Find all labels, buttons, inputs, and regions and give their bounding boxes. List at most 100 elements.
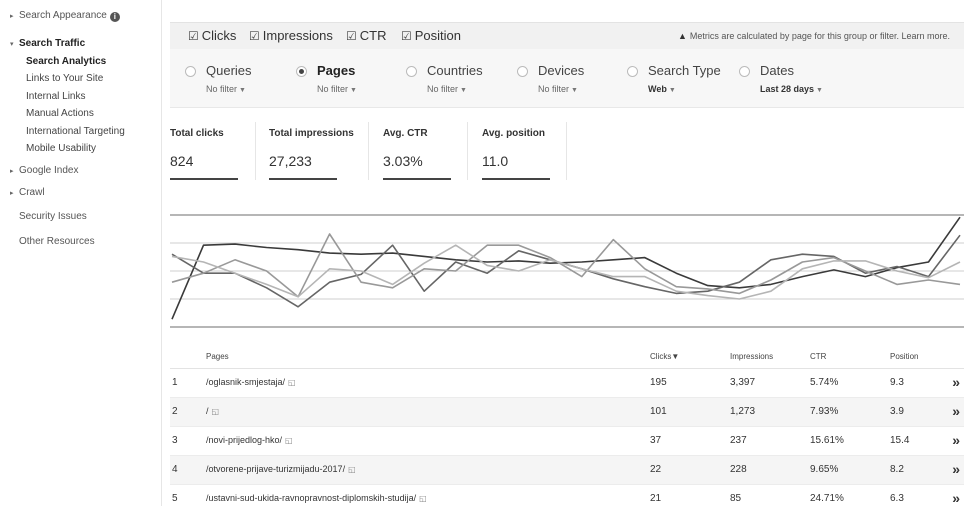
table-row[interactable]: 3 /novi-prijedlog-hko/◱ 37 237 15.61% 15… [170, 427, 964, 456]
filter-dropdown[interactable]: Web ▼ [648, 84, 676, 94]
total-value: 3.03% [383, 153, 423, 169]
double-chevron-right-icon[interactable]: » [952, 403, 960, 419]
avg-position-card[interactable]: Avg. position 11.0 [482, 128, 550, 180]
filter-dropdown[interactable]: No filter ▼ [427, 84, 467, 94]
table-row[interactable]: 5 /ustavni-sud-ukida-ravnopravnost-diplo… [170, 485, 964, 513]
filter-dropdown[interactable]: No filter ▼ [317, 84, 357, 94]
sidebar-item-crawl[interactable]: ▸ Crawl [10, 187, 45, 198]
total-label: Total impressions [269, 128, 354, 139]
sidebar-item-mobile-usability[interactable]: Mobile Usability [26, 143, 96, 154]
filter-dropdown[interactable]: Last 28 days ▼ [760, 84, 823, 94]
performance-line-chart[interactable] [170, 205, 964, 335]
avg-ctr-card[interactable]: Avg. CTR 3.03% [383, 128, 451, 180]
totals-separator [467, 122, 468, 180]
radio-button[interactable] [739, 66, 750, 77]
clicks-checkbox[interactable]: ☑ Clicks [188, 28, 236, 43]
column-header-clicks[interactable]: Clicks▼ [650, 352, 679, 361]
info-icon[interactable]: i [109, 12, 120, 22]
checkmark-icon: ☑ [249, 29, 260, 43]
sidebar-item-links-to-your-site[interactable]: Links to Your Site [26, 73, 103, 84]
impressions-cell: 1,273 [730, 406, 756, 417]
external-link-icon[interactable]: ◱ [348, 465, 356, 474]
position-cell: 9.3 [890, 377, 904, 388]
row-number: 5 [172, 493, 178, 504]
sidebar-nav: ▸ Search Appearance i ▾ Search Traffic Sear… [0, 0, 160, 506]
double-chevron-right-icon[interactable]: » [952, 490, 960, 506]
sidebar-item-google-index[interactable]: ▸ Google Index [10, 165, 79, 176]
metrics-note-text[interactable]: Metrics are calculated by page for this … [690, 31, 950, 41]
radio-button[interactable] [627, 66, 638, 77]
sidebar-item-label: Google Index [19, 165, 79, 176]
collapse-triangle-icon: ▾ [10, 41, 14, 48]
sidebar-item-other-resources[interactable]: Other Resources [19, 236, 95, 247]
total-label: Avg. CTR [383, 128, 428, 139]
impressions-checkbox[interactable]: ☑ Impressions [249, 28, 333, 43]
totals-separator [368, 122, 369, 180]
checkbox-label: Clicks [201, 28, 237, 43]
row-number: 3 [172, 435, 178, 446]
position-cell: 6.3 [890, 493, 904, 504]
double-chevron-right-icon[interactable]: » [952, 461, 960, 477]
column-header-position[interactable]: Position [890, 352, 918, 361]
filter-dropdown[interactable]: No filter ▼ [206, 84, 246, 94]
sidebar-item-manual-actions[interactable]: Manual Actions [26, 108, 94, 119]
metrics-checkbox-bar: ☑ Clicks ☑ Impressions ☑ CTR ☑ Position ▲ Met… [170, 22, 964, 50]
radio-button[interactable] [406, 66, 417, 77]
sidebar-item-international-targeting[interactable]: International Targeting [26, 126, 125, 137]
sidebar-item-search-traffic[interactable]: ▾ Search Traffic [10, 38, 85, 49]
filter-label: Countries [427, 63, 483, 78]
table-row[interactable]: 4 /otvorene-prijave-turizmijadu-2017/◱ 2… [170, 456, 964, 485]
page-url-cell[interactable]: /novi-prijedlog-hko/◱ [206, 435, 293, 445]
double-chevron-right-icon[interactable]: » [952, 432, 960, 448]
metric-underline [269, 178, 337, 180]
external-link-icon[interactable]: ◱ [212, 407, 220, 416]
radio-button[interactable] [517, 66, 528, 77]
filter-label: Dates [760, 63, 794, 78]
total-impressions-card[interactable]: Total impressions 27,233 [269, 128, 354, 180]
sidebar-item-search-analytics[interactable]: Search Analytics [26, 56, 106, 67]
metric-underline [383, 178, 451, 180]
chart-grid [170, 214, 964, 328]
expand-triangle-icon: ▸ [10, 13, 14, 20]
sidebar-item-internal-links[interactable]: Internal Links [26, 91, 85, 102]
totals-separator [255, 122, 256, 180]
radio-button-selected[interactable] [296, 66, 307, 77]
sidebar-item-search-appearance[interactable]: ▸ Search Appearance i [10, 10, 120, 22]
row-number: 4 [172, 464, 178, 475]
sidebar-divider [161, 0, 162, 506]
checkmark-icon: ☑ [188, 29, 199, 43]
metric-underline [482, 178, 550, 180]
filter-dropdown[interactable]: No filter ▼ [538, 84, 578, 94]
filter-label: Queries [206, 63, 252, 78]
clicks-cell: 22 [650, 464, 662, 475]
table-row[interactable]: 1 /oglasnik-smjestaja/◱ 195 3,397 5.74% … [170, 369, 964, 398]
external-link-icon[interactable]: ◱ [419, 494, 427, 503]
total-clicks-card[interactable]: Total clicks 824 [170, 128, 238, 180]
total-value: 824 [170, 153, 194, 169]
filter-label: Devices [538, 63, 585, 78]
page-url-cell[interactable]: / ◱ [206, 406, 219, 416]
clicks-cell: 37 [650, 435, 662, 446]
column-header-pages[interactable]: Pages [206, 352, 229, 361]
external-link-icon[interactable]: ◱ [288, 378, 296, 387]
total-value: 11.0 [482, 153, 509, 169]
double-chevron-right-icon[interactable]: » [952, 374, 960, 390]
chevron-down-icon: ▼ [668, 87, 676, 94]
expand-triangle-icon: ▸ [10, 168, 14, 175]
impressions-cell: 228 [730, 464, 747, 475]
ctr-checkbox[interactable]: ☑ CTR [346, 28, 386, 43]
position-checkbox[interactable]: ☑ Position [401, 28, 461, 43]
column-header-ctr[interactable]: CTR [810, 352, 826, 361]
page-url-cell[interactable]: /ustavni-sud-ukida-ravnopravnost-diploms… [206, 493, 427, 503]
chevron-down-icon: ▼ [571, 87, 578, 94]
clicks-cell: 21 [650, 493, 662, 504]
page-url-cell[interactable]: /otvorene-prijave-turizmijadu-2017/◱ [206, 464, 356, 474]
ctr-cell: 24.71% [810, 493, 844, 504]
table-row[interactable]: 2 /◱ 101 1,273 7.93% 3.9 » [170, 398, 964, 427]
column-header-impressions[interactable]: Impressions [730, 352, 773, 361]
radio-button[interactable] [185, 66, 196, 77]
page-url-cell[interactable]: /oglasnik-smjestaja/◱ [206, 377, 296, 387]
sidebar-item-security-issues[interactable]: Security Issues [19, 211, 87, 222]
external-link-icon[interactable]: ◱ [285, 436, 293, 445]
total-label: Total clicks [170, 128, 224, 139]
